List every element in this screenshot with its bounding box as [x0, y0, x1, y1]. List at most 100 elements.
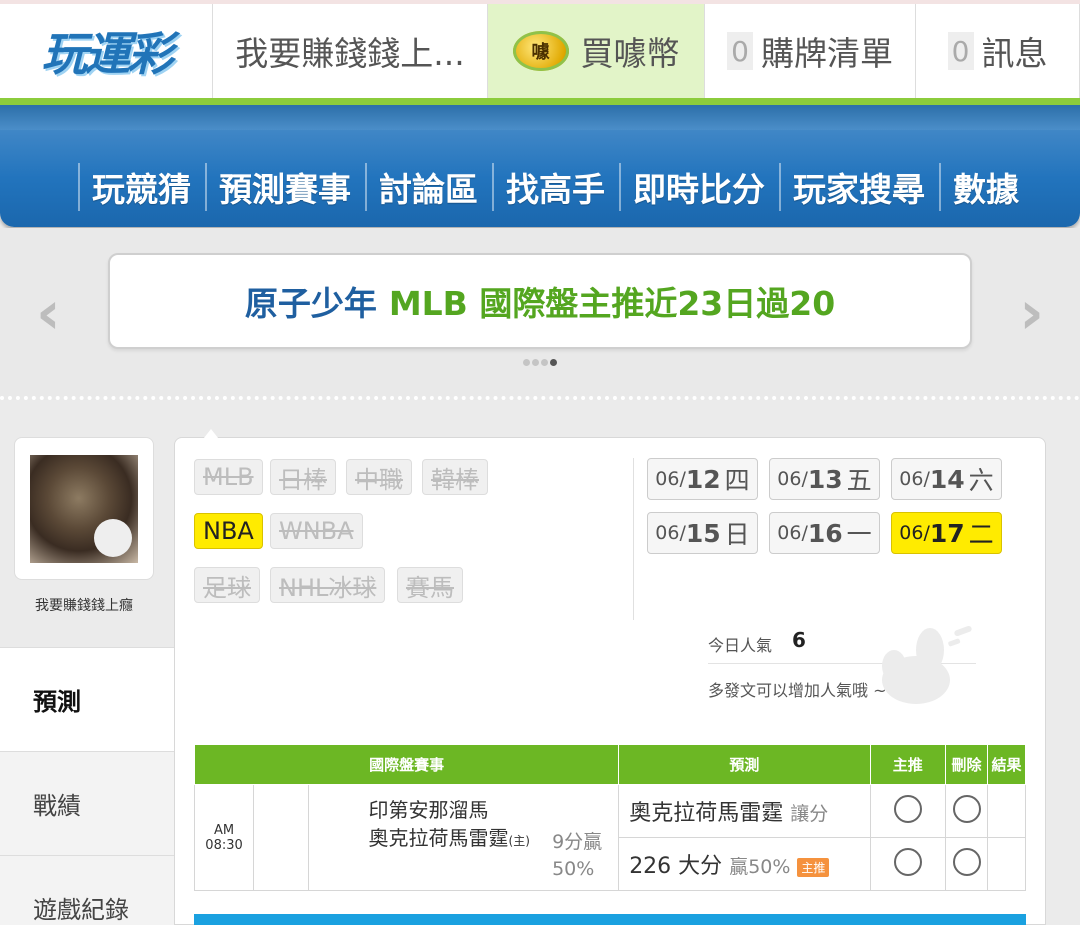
date-weekday: 六 [968, 466, 994, 495]
coin-icon: 噱 [512, 31, 569, 71]
date-weekday: 四 [724, 466, 750, 495]
date-button-selected[interactable]: 06/17 二 [891, 512, 1002, 554]
league-horse-racing[interactable]: 賽馬 [397, 567, 463, 603]
nav-items: 玩競猜 預測賽事 討論區 找高手 即時比分 玩家搜尋 數據 [78, 157, 1033, 217]
table-row: AM 08:30 印第安那溜馬 奧克拉荷馬雷霆(主) 9分贏 50% 奧克拉荷馬… [193, 784, 1026, 891]
league-wnba[interactable]: WNBA [270, 513, 363, 549]
banner-prefix: 原子少年 [244, 284, 377, 323]
main-nav: 玩競猜 預測賽事 討論區 找高手 即時比分 玩家搜尋 數據 [0, 105, 1080, 227]
date-weekday: 五 [846, 466, 872, 495]
nav-item-forum[interactable]: 討論區 [365, 163, 492, 211]
table-header-row: 國際盤賽事 預測 主推 刪除 結果 [193, 744, 1026, 785]
cart-link[interactable]: 0 購牌清單 [705, 4, 916, 98]
carousel-dot[interactable] [532, 359, 539, 366]
buy-coins-button[interactable]: 噱 買噱幣 [488, 4, 705, 98]
pred-team: 奧克拉荷馬雷霆 [629, 801, 784, 826]
date-button[interactable]: 06/14 六 [891, 458, 1002, 500]
user-menu-link[interactable]: 我要賺錢錢上... [213, 4, 488, 98]
home-mark: (主) [508, 834, 530, 848]
header-result: 結果 [987, 744, 1026, 785]
match-teams: 印第安那溜馬 奧克拉荷馬雷霆(主) 9分贏 50% [307, 784, 620, 891]
top-header: 玩運彩 我要賺錢錢上... 噱 買噱幣 0 購牌清單 0 訊息 [0, 0, 1080, 98]
header-main-pick: 主推 [869, 744, 946, 785]
buy-coins-label: 買噱幣 [580, 34, 680, 73]
messages-link[interactable]: 0 訊息 [916, 4, 1080, 98]
date-weekday: 二 [968, 520, 994, 549]
chevron-left-icon[interactable]: ‹ [36, 278, 61, 348]
main-pick-radio[interactable] [893, 848, 922, 876]
league-soccer[interactable]: 足球 [194, 567, 260, 603]
date-month: 06/ [655, 468, 686, 490]
popularity-label: 今日人氣 [708, 636, 773, 655]
league-npb[interactable]: 日棒 [270, 459, 336, 495]
pred-extra: 贏50% [729, 856, 791, 878]
carousel-dot-active[interactable] [550, 359, 557, 366]
league-mlb[interactable]: MLB [194, 459, 263, 495]
date-month: 06/ [899, 468, 930, 490]
date-day: 14 [929, 464, 965, 494]
panel-notch [200, 429, 222, 443]
nav-item-player-search[interactable]: 玩家搜尋 [779, 163, 939, 211]
delete-radio[interactable] [952, 795, 981, 823]
delete-cell [944, 784, 989, 838]
sidebar-tab-game-log[interactable]: 遊戲紀錄 [0, 855, 174, 925]
league-kbo[interactable]: 韓棒 [422, 459, 488, 495]
date-button[interactable]: 06/12 四 [647, 458, 758, 500]
date-month: 06/ [655, 522, 686, 544]
nav-item-games[interactable]: 玩競猜 [78, 163, 205, 211]
main-pick-cell [869, 837, 946, 891]
carousel-dot[interactable] [523, 359, 530, 366]
main-pick-radio[interactable] [893, 795, 922, 823]
banner-text: MLB 國際盤主推近23日過20 [388, 284, 836, 323]
header-match: 國際盤賽事 [193, 744, 620, 785]
date-day: 16 [807, 518, 843, 548]
main-pick-cell [869, 784, 946, 838]
date-day: 15 [685, 518, 721, 548]
nav-item-experts[interactable]: 找高手 [492, 163, 619, 211]
logo-text: 玩運彩 [41, 27, 174, 81]
date-button[interactable]: 06/16 一 [769, 512, 880, 554]
date-day: 13 [807, 464, 843, 494]
result-cell [987, 784, 1026, 838]
delete-radio[interactable] [952, 848, 981, 876]
prediction-total: 226 大分 贏50% 主推 [618, 837, 871, 891]
header-delete: 刪除 [944, 744, 989, 785]
messages-label: 訊息 [981, 34, 1048, 73]
nav-item-predictions[interactable]: 預測賽事 [205, 163, 365, 211]
username-label: 我要賺錢錢上... [235, 34, 465, 73]
banner-headline-link[interactable]: 原子少年 MLB 國際盤主推近23日過20 [108, 253, 972, 349]
avatar [30, 454, 138, 563]
sidebar-tab-record[interactable]: 戰績 [0, 751, 174, 855]
home-team-line: 奧克拉荷馬雷霆(主) [369, 825, 530, 855]
date-button[interactable]: 06/13 五 [769, 458, 880, 500]
date-weekday: 一 [846, 520, 872, 549]
chevron-right-icon[interactable]: › [1019, 278, 1044, 348]
cart-label: 購牌清單 [761, 34, 893, 73]
league-nhl[interactable]: NHL冰球 [270, 567, 386, 603]
next-table-header [194, 914, 1026, 925]
nav-top-strip [0, 105, 1080, 130]
sidebar-username: 我要賺錢錢上癮 [35, 598, 133, 614]
nav-item-live-scores[interactable]: 即時比分 [619, 163, 779, 211]
banner-carousel: ‹ 原子少年 MLB 國際盤主推近23日過20 › [0, 228, 1080, 400]
nav-item-stats[interactable]: 數據 [939, 163, 1033, 211]
cart-count-badge: 0 [727, 32, 753, 70]
league-nba[interactable]: NBA [194, 513, 263, 549]
home-team: 奧克拉荷馬雷霆 [368, 826, 509, 850]
away-team: 印第安那溜馬 [368, 798, 489, 822]
popularity-value: 6 [792, 628, 806, 652]
site-logo[interactable]: 玩運彩 [0, 4, 213, 98]
date-button[interactable]: 06/15 日 [647, 512, 758, 554]
date-month: 06/ [899, 522, 930, 544]
league-cpbl[interactable]: 中職 [346, 459, 412, 495]
avatar-card[interactable] [14, 437, 154, 580]
prediction-spread: 奧克拉荷馬雷霆 讓分 [618, 784, 871, 838]
result-cell [987, 837, 1026, 891]
date-weekday: 日 [724, 520, 750, 549]
carousel-dot[interactable] [541, 359, 548, 366]
pred-type: 讓分 [790, 803, 829, 825]
match-time: AM 08:30 [193, 784, 255, 891]
main-pick-badge: 主推 [797, 857, 830, 877]
sidebar-tab-predictions[interactable]: 預測 [0, 647, 174, 751]
header-prediction: 預測 [618, 744, 871, 785]
